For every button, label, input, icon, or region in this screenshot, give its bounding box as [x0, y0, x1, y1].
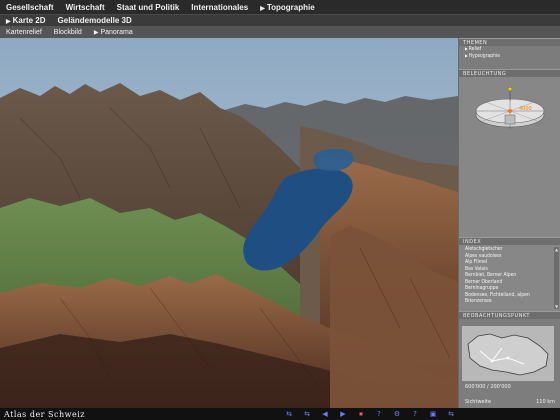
themes-section: THEMEN ReliefHypsographie — [459, 38, 560, 69]
index-section: INDEX Aletschgletscher Alpes vaudoises Alp… — [459, 237, 560, 311]
footer-control-3-icon[interactable]: ▶ — [334, 410, 352, 419]
footer-control-0-icon[interactable]: ⇆ — [280, 410, 298, 419]
themes-list: ReliefHypsographie — [459, 46, 560, 59]
footer-control-4-icon[interactable]: ⏹ — [352, 410, 370, 419]
index-item-8[interactable]: Brienzersee — [459, 298, 553, 305]
visibility-label: Sichtweite — [465, 399, 492, 405]
chevron-up-icon[interactable]: ▲ — [554, 247, 559, 252]
view-nav-item-2[interactable]: Panorama — [88, 29, 139, 36]
view-nav-item-1[interactable]: Blockbild — [48, 29, 88, 36]
top-nav-item-3[interactable]: Internationales — [185, 3, 254, 12]
top-nav-item-0[interactable]: Gesellschaft — [0, 3, 60, 12]
index-scrollbar[interactable]: ▲ ▼ — [554, 247, 559, 309]
footer-bar: Atlas der Schweiz ⇆ ⇆ ◀ ▶ ⏹? ⚙? ▣ ⇆ — [0, 408, 560, 420]
observation-header: BEOBACHTUNGSPUNKT — [459, 311, 560, 319]
footer-control-2-icon[interactable]: ◀ — [316, 410, 334, 419]
terrain-render — [0, 38, 458, 408]
footer-control-6-icon[interactable]: ⚙ — [388, 410, 406, 419]
light-handle-icon — [508, 109, 512, 113]
theme-item-1[interactable]: Hypsographie — [459, 53, 560, 60]
minimap-svg — [462, 326, 554, 381]
footer-control-5-icon[interactable]: ? — [370, 410, 388, 419]
themes-header: THEMEN — [459, 38, 560, 46]
view-navigation: KartenreliefBlockbildPanorama — [0, 26, 560, 38]
observation-section: BEOBACHTUNGSPUNKT 600'000 / 200'000 Sich… — [459, 311, 560, 408]
lighting-section: BELEUCHTUNG 4000 — [459, 69, 560, 237]
footer-control-8-icon[interactable]: ▣ — [424, 410, 442, 419]
index-list[interactable]: Aletschgletscher Alpes vaudoises Alp Flime… — [459, 246, 553, 308]
footer-controls: ⇆ ⇆ ◀ ▶ ⏹? ⚙? ▣ ⇆ — [280, 410, 460, 419]
lighting-header: BELEUCHTUNG — [459, 69, 560, 77]
panorama-viewport[interactable] — [0, 38, 458, 408]
lighting-dial[interactable] — [465, 81, 555, 136]
footer-control-9-icon[interactable]: ⇆ — [442, 410, 460, 419]
sub-nav-item-1[interactable]: Geländemodelle 3D — [52, 16, 138, 25]
right-panel: THEMEN ReliefHypsographie BELEUCHTUNG 40… — [458, 38, 560, 408]
visibility-value: 110 km — [536, 399, 555, 405]
lighting-height-value: 4000 — [519, 106, 532, 112]
footer-control-7-icon[interactable]: ? — [406, 410, 424, 419]
sub-navigation: Karte 2DGeländemodelle 3D — [0, 14, 560, 26]
visibility-row: Sichtweite 110 km — [465, 399, 555, 405]
switzerland-minimap[interactable] — [462, 326, 554, 381]
observation-coordinates: 600'000 / 200'000 — [465, 384, 511, 390]
chevron-down-icon[interactable]: ▼ — [554, 304, 559, 309]
top-navigation: Gesellschaft Wirtschaft Staat und Politik I… — [0, 0, 560, 14]
atlas-brand: Atlas der Schweiz — [4, 409, 86, 419]
view-nav-item-0[interactable]: Kartenrelief — [0, 29, 48, 36]
top-nav-item-2[interactable]: Staat und Politik — [111, 3, 186, 12]
top-nav-item-4[interactable]: Topographie — [254, 3, 320, 12]
top-nav-item-1[interactable]: Wirtschaft — [60, 3, 111, 12]
footer-control-1-icon[interactable]: ⇆ — [298, 410, 316, 419]
index-header: INDEX — [459, 237, 560, 245]
sub-nav-item-0[interactable]: Karte 2D — [0, 16, 52, 25]
